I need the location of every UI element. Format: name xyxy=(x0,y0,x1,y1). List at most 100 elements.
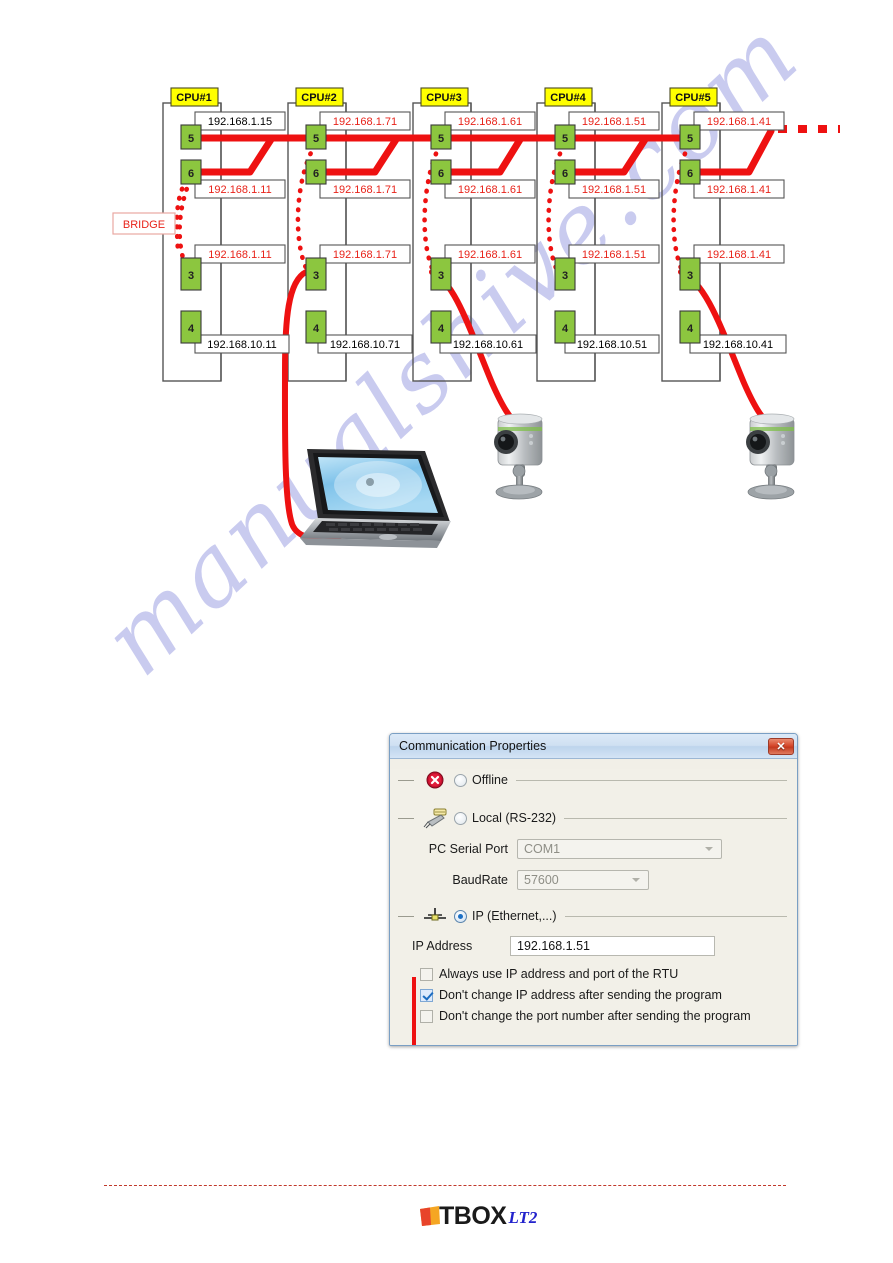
serial-plug-icon xyxy=(420,807,450,829)
chevron-down-icon xyxy=(632,878,640,882)
tbox-logo: TBOX LT2 xyxy=(418,1196,537,1230)
cpu2-address-port4: 192.168.10.71 xyxy=(330,339,400,351)
cpu2-address-port3: 192.168.1.71 xyxy=(333,249,397,261)
bridge-label: BRIDGE xyxy=(123,219,165,231)
cpu3-address-port3: 192.168.1.61 xyxy=(458,249,522,261)
cpu1-address-port3: 192.168.1.11 xyxy=(208,249,271,261)
cpu5-port-chip-5: 5 xyxy=(687,133,693,145)
group-dash-3 xyxy=(398,915,414,917)
cpu2-port-chip-4: 4 xyxy=(313,323,320,335)
cpu3-address-port4: 192.168.10.61 xyxy=(453,339,523,351)
pc-serial-port-select[interactable]: COM1 xyxy=(517,839,722,859)
checkbox-dont-change-ip[interactable] xyxy=(420,988,433,1002)
cpu3-port-chip-6: 6 xyxy=(438,168,444,180)
group-rule-1 xyxy=(515,779,787,781)
communication-properties-dialog: Communication Properties ✕ Offline Local… xyxy=(389,733,798,1046)
cpu-title-1: CPU#1 xyxy=(176,92,211,104)
cpu5-address-port3: 192.168.1.41 xyxy=(707,249,771,261)
ip-camera-2 xyxy=(746,413,795,500)
option-row-offline[interactable]: Offline xyxy=(390,769,797,791)
laptop-illustration xyxy=(300,449,451,548)
option-row-ip[interactable]: IP (Ethernet,...) xyxy=(390,905,797,927)
checkbox-label-dont-change-ip: Don't change IP address after sending th… xyxy=(439,988,722,1002)
radio-offline[interactable] xyxy=(454,773,467,787)
baudrate-select[interactable]: 57600 xyxy=(517,870,649,890)
cpu4-port-chip-4: 4 xyxy=(562,323,569,335)
label-ip-address: IP Address xyxy=(412,939,473,953)
group-rule-3 xyxy=(564,915,787,917)
cpu2-address-port6: 192.168.1.71 xyxy=(333,184,397,196)
cpu2-port-chip-6: 6 xyxy=(313,168,319,180)
cpu-group-2: 192.168.1.71 192.168.1.71 192.168.1.71 1… xyxy=(295,87,413,354)
ip-address-value: 192.168.1.51 xyxy=(517,939,590,953)
option-label-local: Local (RS-232) xyxy=(472,811,557,825)
cpu3-port-chip-3: 3 xyxy=(438,270,444,282)
cpu4-address-port3: 192.168.1.51 xyxy=(582,249,646,261)
cpu2-port-chip-5: 5 xyxy=(313,133,319,145)
dialog-titlebar: Communication Properties ✕ xyxy=(390,734,797,759)
option-label-ip: IP (Ethernet,...) xyxy=(472,909,557,923)
dialog-body: Offline Local (RS-232) PC Serial Port CO… xyxy=(390,769,797,1045)
checkbox-always-use-ip[interactable] xyxy=(420,967,433,981)
checkbox-label-always-use-ip: Always use IP address and port of the RT… xyxy=(439,967,679,981)
close-icon[interactable]: ✕ xyxy=(768,737,794,755)
cpu1-port-chip-6: 6 xyxy=(188,168,194,180)
ethernet-icon xyxy=(420,906,450,926)
group-rule-2 xyxy=(564,817,787,819)
logo-word: BOX xyxy=(453,1202,507,1230)
cpu5-port-chip-6: 6 xyxy=(687,168,693,180)
checkbox-row-dont-change-port[interactable]: Don't change the port number after sendi… xyxy=(390,1007,797,1025)
cpu-group-5: 192.168.1.41 192.168.1.41 192.168.1.41 1… xyxy=(669,87,787,354)
baudrate-value: 57600 xyxy=(524,873,559,887)
radio-ip-ethernet[interactable] xyxy=(454,909,467,923)
cpu1-address-port5: 192.168.1.15 xyxy=(208,116,272,128)
label-baudrate: BaudRate xyxy=(452,873,508,887)
cpu1-address-port6: 192.168.1.11 xyxy=(208,184,271,196)
checkbox-dont-change-port[interactable] xyxy=(420,1009,433,1023)
network-diagram: BRIDGE 192.168.1.15 192.168.1.11 192.168… xyxy=(0,0,893,600)
cpu4-port-chip-3: 3 xyxy=(562,270,568,282)
ip-camera-1 xyxy=(494,413,543,500)
annotation-red-bar xyxy=(412,977,416,1045)
cpu2-port-chip-3: 3 xyxy=(313,270,319,282)
group-dash-1 xyxy=(398,779,414,781)
field-row-baudrate: BaudRate 57600 xyxy=(390,869,797,891)
label-pc-serial-port: PC Serial Port xyxy=(428,842,508,856)
cpu1-port-chip-5: 5 xyxy=(188,133,194,145)
cpu1-address-port4: 192.168.10.11 xyxy=(207,339,277,351)
cpu-group-4: 192.168.1.51 192.168.1.51 192.168.1.51 1… xyxy=(544,87,660,354)
ethernet-trunk-cable xyxy=(192,125,840,176)
cpu5-address-port6: 192.168.1.41 xyxy=(707,184,771,196)
option-row-local[interactable]: Local (RS-232) xyxy=(390,807,797,829)
cpu5-address-port4: 192.168.10.41 xyxy=(703,339,773,351)
cpu3-port-chip-4: 4 xyxy=(438,323,445,335)
cpu3-address-port5: 192.168.1.61 xyxy=(458,116,522,128)
group-dash-2 xyxy=(398,817,414,819)
pc-serial-port-value: COM1 xyxy=(524,842,561,856)
cpu4-port-chip-6: 6 xyxy=(562,168,568,180)
cpu4-address-port4: 192.168.10.51 xyxy=(577,339,647,351)
footer-divider xyxy=(104,1185,786,1186)
checkbox-row-dont-change-ip[interactable]: Don't change IP address after sending th… xyxy=(390,986,797,1004)
checkbox-row-always-use-ip[interactable]: Always use IP address and port of the RT… xyxy=(390,965,797,983)
tbox-logo-mark xyxy=(418,1204,442,1228)
cpu-title-2: CPU#2 xyxy=(301,92,336,104)
cpu3-address-port6: 192.168.1.61 xyxy=(458,184,522,196)
option-label-offline: Offline xyxy=(472,773,508,787)
cpu2-address-port5: 192.168.1.71 xyxy=(333,116,397,128)
cpu4-port-chip-5: 5 xyxy=(562,133,568,145)
cpu4-address-port5: 192.168.1.51 xyxy=(582,116,646,128)
cpu-title-4: CPU#4 xyxy=(550,92,586,104)
cpu5-port-chip-4: 4 xyxy=(687,323,694,335)
cpu4-address-port6: 192.168.1.51 xyxy=(582,184,646,196)
cpu-title-5: CPU#5 xyxy=(675,92,710,104)
error-circle-icon xyxy=(420,771,450,789)
radio-local-rs232[interactable] xyxy=(454,811,467,825)
ip-address-input[interactable]: 192.168.1.51 xyxy=(510,936,715,956)
dialog-title: Communication Properties xyxy=(399,739,547,753)
bridge-callout: BRIDGE xyxy=(112,212,176,235)
cpu-title-3: CPU#3 xyxy=(426,92,461,104)
chevron-down-icon xyxy=(705,847,713,851)
cpu5-port-chip-3: 3 xyxy=(687,270,693,282)
cpu3-port-chip-5: 5 xyxy=(438,133,444,145)
